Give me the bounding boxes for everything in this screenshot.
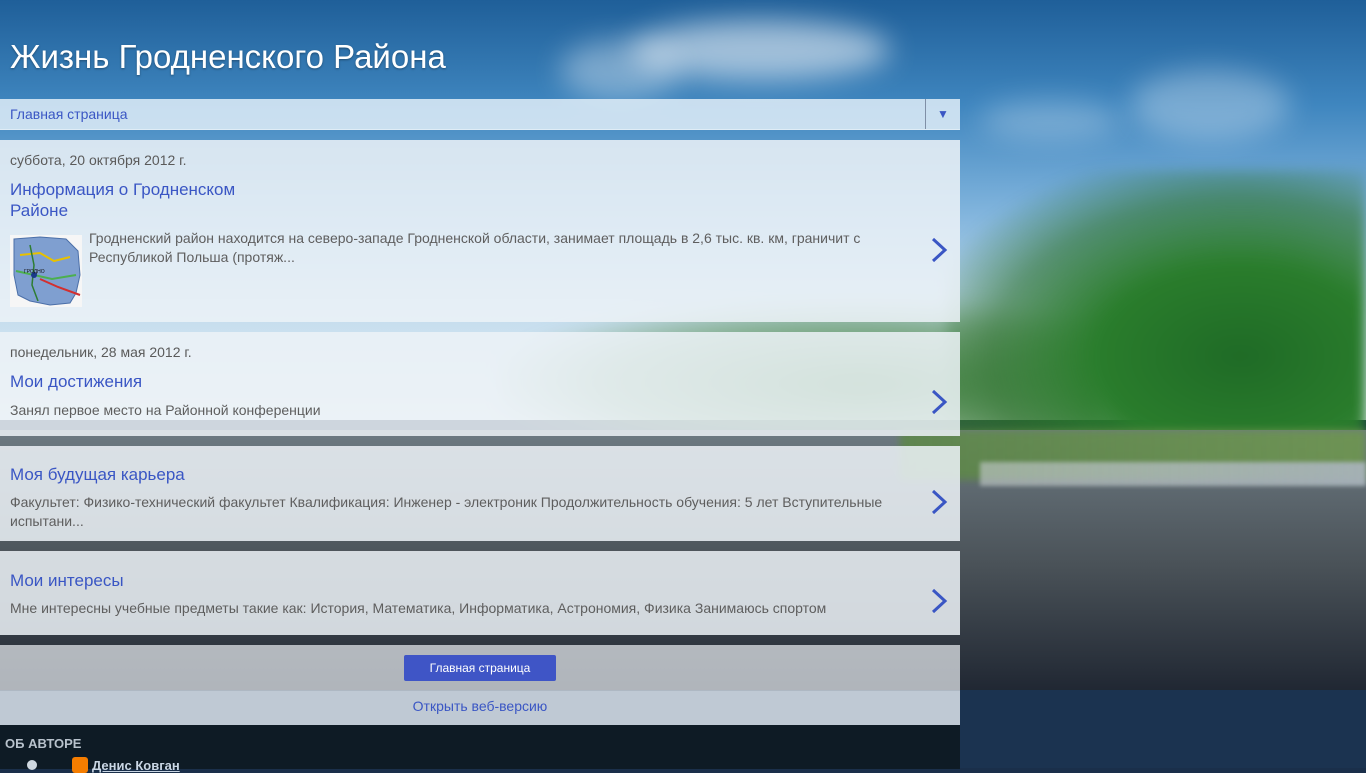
about-section: ОБ АВТОРЕ Денис Ковган (0, 725, 960, 773)
page-select[interactable]: Главная страница ▼ (0, 99, 960, 130)
chevron-right-icon[interactable] (928, 235, 950, 265)
web-version-link[interactable]: Открыть веб-версию (413, 698, 548, 714)
post-date: понедельник, 28 мая 2012 г. (10, 344, 192, 360)
triangle-down-icon[interactable]: ▼ (925, 99, 960, 129)
post-item[interactable]: Моя будущая карьера Факультет: Физико-те… (0, 446, 960, 541)
blog-title[interactable]: Жизнь Гродненского Района (10, 38, 446, 76)
web-version-bar: Открыть веб-версию (0, 691, 960, 725)
post-snippet: Занял первое место на Районной конференц… (10, 402, 321, 418)
main-column: Главная страница ▼ суббота, 20 октября 2… (0, 99, 960, 773)
post-item[interactable]: Мои интересы Мне интересны учебные предм… (0, 551, 960, 635)
person-icon (27, 760, 37, 770)
blogger-icon (72, 757, 88, 773)
post-date: суббота, 20 октября 2012 г. (10, 152, 187, 168)
post-item[interactable]: суббота, 20 октября 2012 г. Информация о… (0, 140, 960, 322)
post-title[interactable]: Информация о Гродненском Районе (10, 179, 235, 221)
chevron-right-icon[interactable] (928, 586, 950, 616)
about-header: ОБ АВТОРЕ (5, 736, 82, 751)
post-title[interactable]: Моя будущая карьера (10, 464, 185, 485)
page-select-value: Главная страница (10, 106, 128, 122)
post-snippet: Факультет: Физико-технический факультет … (10, 494, 883, 529)
home-bar: Главная страница (0, 645, 960, 691)
chevron-right-icon[interactable] (928, 487, 950, 517)
svg-text:ГРОДНО: ГРОДНО (24, 269, 45, 275)
author-name-link[interactable]: Денис Ковган (92, 758, 180, 773)
post-title[interactable]: Мои достижения (10, 371, 142, 392)
chevron-right-icon[interactable] (928, 387, 950, 417)
home-button[interactable]: Главная страница (404, 655, 556, 681)
post-item[interactable]: понедельник, 28 мая 2012 г. Мои достижен… (0, 332, 960, 436)
post-snippet: Гродненский район находится на северо-за… (89, 230, 861, 265)
post-snippet: Мне интересны учебные предметы такие как… (10, 600, 827, 616)
post-thumbnail-map[interactable]: ГРОДНО (10, 235, 82, 307)
post-title[interactable]: Мои интересы (10, 570, 124, 591)
